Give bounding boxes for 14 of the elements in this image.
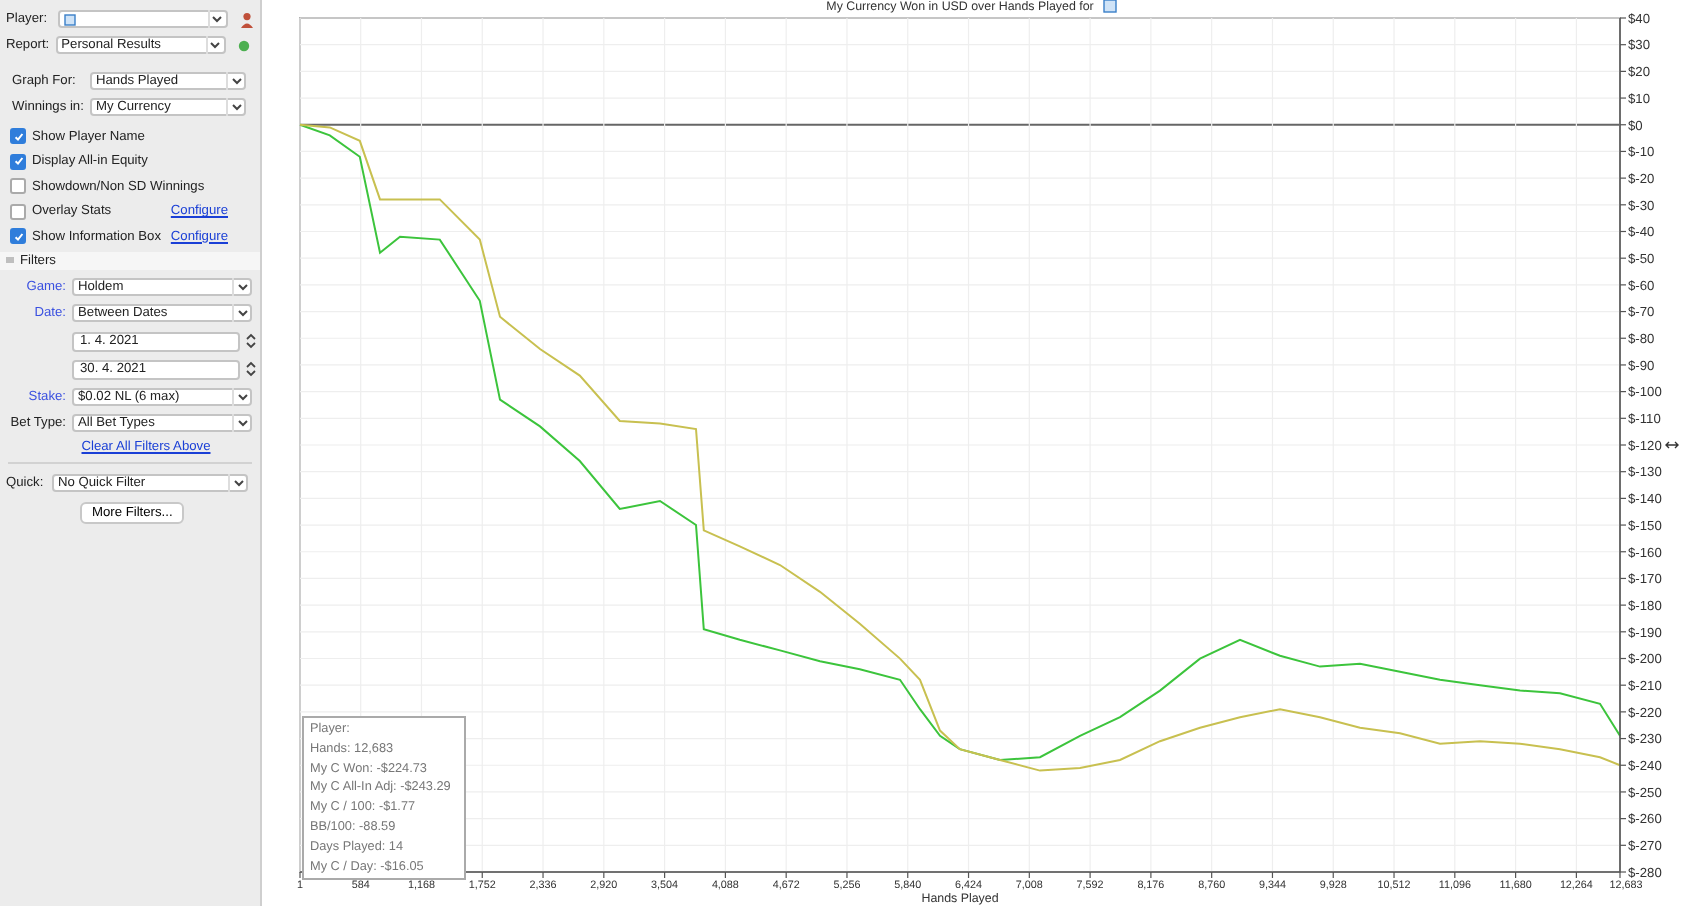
checkbox[interactable] — [10, 203, 26, 220]
status-dot-icon — [237, 39, 250, 51]
player-type-icon — [1103, 0, 1117, 13]
checkbox[interactable] — [10, 128, 26, 145]
checkbox[interactable] — [10, 228, 26, 245]
checkbox[interactable] — [10, 178, 26, 195]
person-icon[interactable] — [239, 11, 254, 27]
caret-icon — [231, 475, 245, 489]
player-type-icon — [63, 13, 76, 25]
stepper-icon[interactable] — [244, 332, 258, 350]
player-select[interactable] — [57, 10, 228, 28]
stepper-icon[interactable] — [244, 360, 258, 378]
resize-handle-icon[interactable] — [1665, 441, 1679, 449]
checkbox[interactable] — [10, 153, 26, 170]
